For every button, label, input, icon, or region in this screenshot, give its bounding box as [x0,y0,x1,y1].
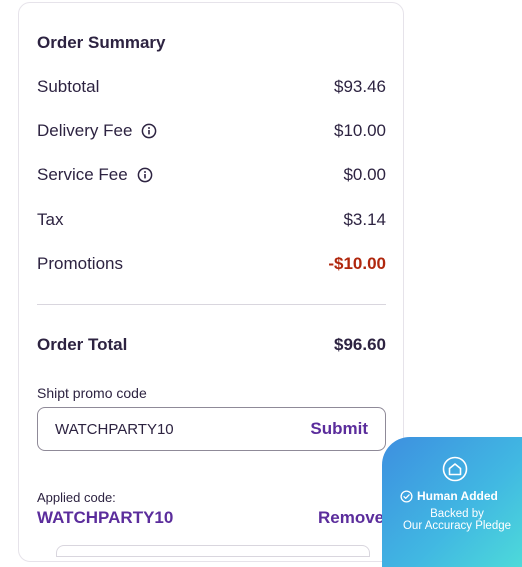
order-total-label: Order Total [37,335,128,354]
service-fee-label-group: Service Fee [37,165,153,185]
promotions-value: -$10.00 [328,254,386,273]
check-circle-icon [400,489,413,503]
subtotal-value: $93.46 [334,77,386,96]
delivery-fee-row: Delivery Fee $10.00 [37,119,386,143]
next-card-edge [56,545,370,557]
delivery-fee-label-group: Delivery Fee [37,121,157,141]
delivery-fee-value: $10.00 [334,121,386,140]
promo-code-input[interactable] [55,420,255,438]
service-fee-row: Service Fee $0.00 [37,163,386,187]
human-added-title: Human Added [400,489,498,503]
promotions-row: Promotions -$10.00 [37,252,386,276]
tax-row: Tax $3.14 [37,208,386,232]
accuracy-pledge-badge[interactable]: Human Added Backed by Our Accuracy Pledg… [382,437,522,567]
info-icon[interactable] [137,167,153,183]
house-shield-icon [442,456,468,482]
order-summary-heading: Order Summary [37,33,166,52]
summary-divider [37,304,386,305]
order-total-value: $96.60 [334,335,386,354]
service-fee-label: Service Fee [37,165,128,184]
info-icon[interactable] [141,123,157,139]
tax-label: Tax [37,210,64,229]
human-added-text: Human Added [417,489,498,503]
applied-code-label: Applied code: [37,490,116,505]
promo-code-label: Shipt promo code [37,385,147,401]
subtotal-label: Subtotal [37,77,100,96]
delivery-fee-label: Delivery Fee [37,121,133,140]
tax-value: $3.14 [343,210,386,229]
order-summary-card: Order Summary Subtotal $93.46 Delivery F… [18,2,404,562]
service-fee-value: $0.00 [343,165,386,184]
pledge-subtitle-line1: Backed by [430,508,484,520]
applied-code-value: WATCHPARTY10 [37,508,174,527]
pledge-subtitle: Backed by Our Accuracy Pledge [396,508,518,532]
order-total-row: Order Total $96.60 [37,333,386,357]
submit-button[interactable]: Submit [310,419,368,439]
promotions-label: Promotions [37,254,123,273]
promo-code-field: Submit [37,407,386,451]
pledge-subtitle-line2: Our Accuracy Pledge [402,520,512,532]
remove-button[interactable]: Remove [318,508,384,528]
subtotal-row: Subtotal $93.46 [37,75,386,99]
